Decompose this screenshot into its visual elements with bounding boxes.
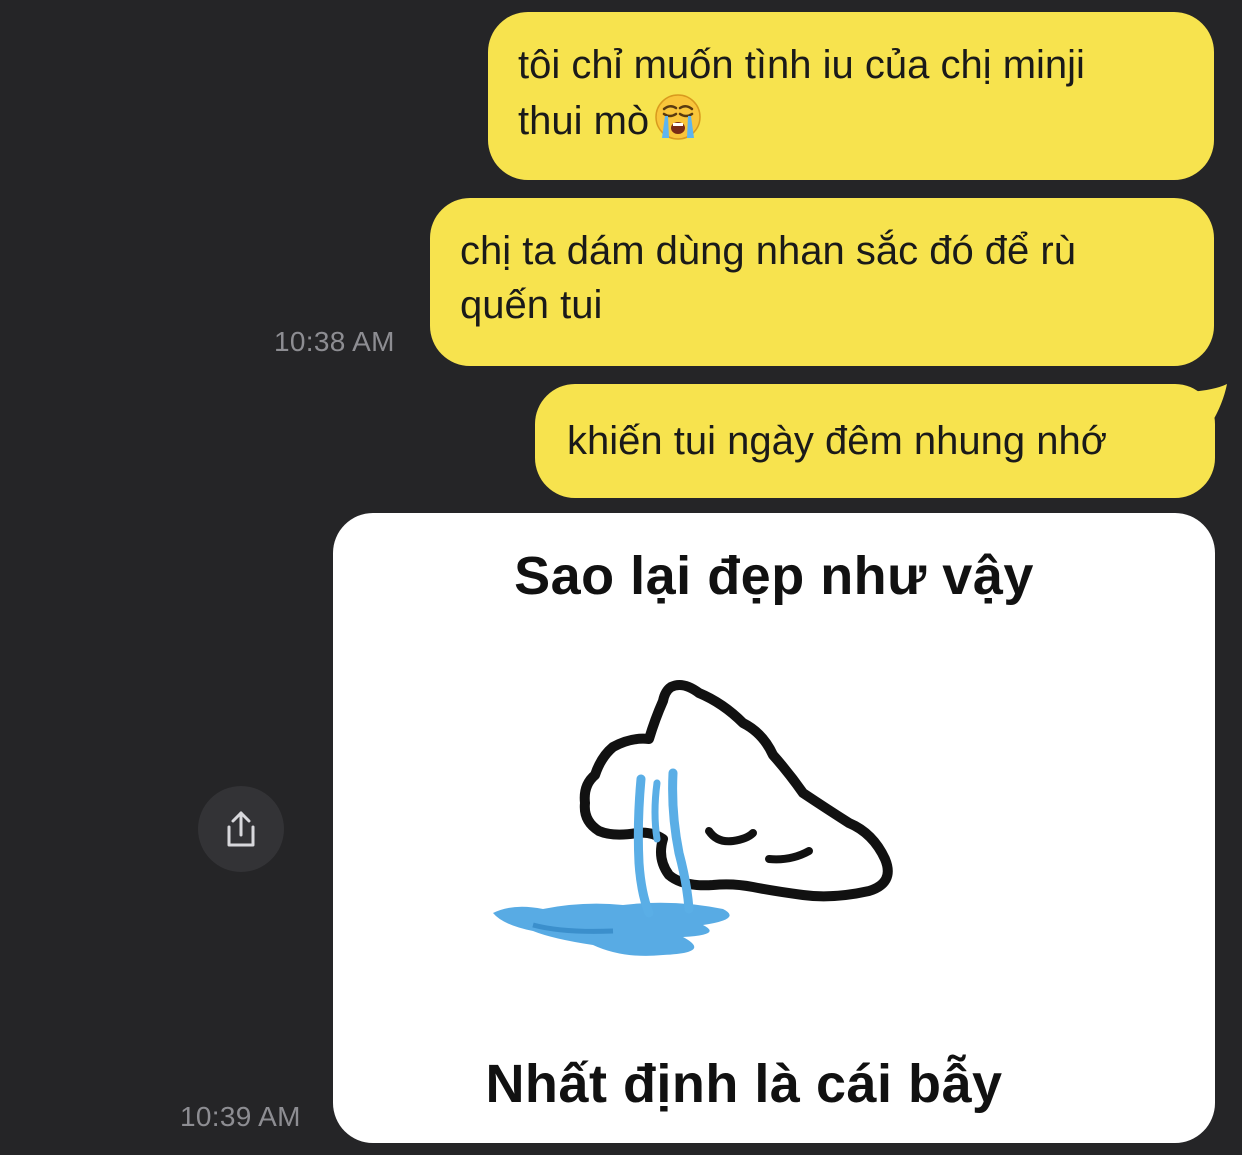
- loudly-crying-face-icon: [655, 94, 701, 140]
- bubble-tail-icon: [1189, 384, 1227, 424]
- timestamp-2: 10:39 AM: [180, 1101, 301, 1132]
- share-button[interactable]: [198, 786, 284, 872]
- chat-thread: tôi chỉ muốn tình iu của chị minji thui …: [0, 0, 1242, 1155]
- message-2-line-2: quến tui: [460, 283, 603, 327]
- image-message[interactable]: Sao lại đẹp như vậy Nhất định là cái bẫy: [333, 513, 1215, 1143]
- share-icon: [227, 811, 255, 847]
- message-1-line-1: tôi chỉ muốn tình iu của chị minji: [518, 43, 1085, 87]
- message-bubble-2[interactable]: chị ta dám dùng nhan sắc đó để rù quến t…: [430, 198, 1214, 366]
- message-3-text: khiến tui ngày đêm nhung nhớ: [567, 419, 1107, 463]
- crying-cat-drawing-icon: [493, 680, 893, 956]
- message-bubble-3[interactable]: khiến tui ngày đêm nhung nhớ: [535, 384, 1227, 498]
- message-bubble-1[interactable]: tôi chỉ muốn tình iu của chị minji thui …: [488, 12, 1214, 180]
- message-1-line-2: thui mò: [518, 99, 650, 143]
- meme-bottom-caption: Nhất định là cái bẫy: [485, 1054, 1003, 1114]
- timestamp-1: 10:38 AM: [274, 326, 395, 357]
- message-2-line-1: chị ta dám dùng nhan sắc đó để rù: [460, 229, 1076, 273]
- meme-top-caption: Sao lại đẹp như vậy: [514, 546, 1034, 606]
